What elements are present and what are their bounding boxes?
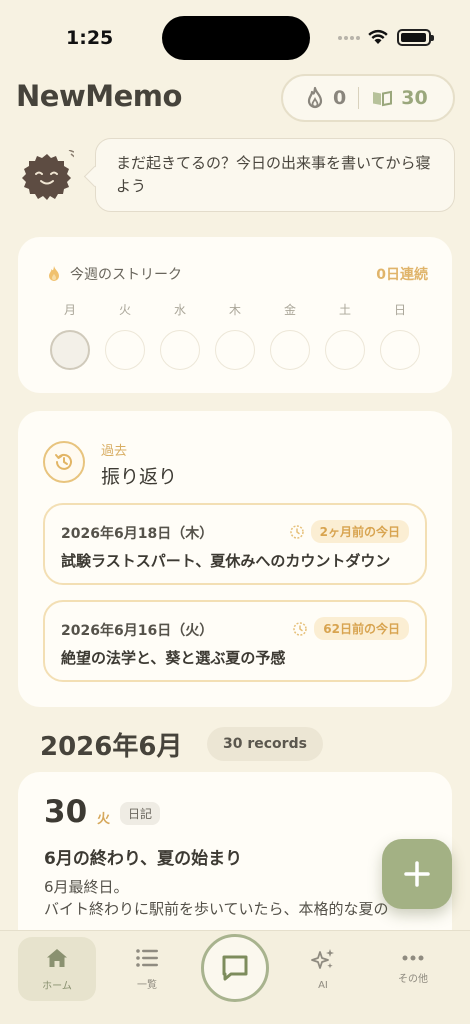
tab-label: その他: [398, 973, 428, 985]
stats-pill[interactable]: 0 30: [281, 74, 455, 122]
memory-badge-group: 62日前の今日: [292, 617, 409, 640]
day-circle-today: [50, 330, 90, 370]
wifi-icon: [368, 29, 388, 44]
day-label: 水: [173, 303, 186, 317]
clock-icon: [289, 524, 304, 539]
day-circle: [160, 330, 200, 370]
streak-value: 0: [333, 87, 347, 109]
weekday-row: 月 火 水 木 金 土 日: [50, 301, 420, 370]
add-entry-button[interactable]: [382, 839, 452, 909]
more-icon: [402, 955, 424, 960]
streak-header: 今週のストリーク: [46, 264, 182, 284]
stats-divider: [358, 87, 360, 109]
streak-count: 0日連続: [376, 267, 428, 283]
home-icon: [47, 948, 67, 967]
sparkles-icon: [311, 948, 334, 969]
status-bar: 1:25: [0, 0, 470, 76]
entry-body-line: バイト終わりに駅前を歩いていたら、本格的な夏の: [44, 900, 389, 918]
flame-icon: [307, 86, 323, 109]
memory-date: 2026年6月16日（火）: [61, 623, 214, 639]
flame-icon: [49, 266, 59, 281]
memory-title: 絶望の法学と、葵と選ぶ夏の予感: [61, 649, 286, 667]
records-count-badge: 30 records: [207, 727, 323, 761]
day-wed: 水: [160, 301, 200, 370]
streak-stat: 0: [305, 86, 346, 110]
tab-label: ホーム: [42, 980, 72, 992]
streak-title: 今週のストリーク: [70, 267, 182, 283]
review-subtitle: 過去: [101, 444, 128, 459]
chat-bubble-icon: [222, 955, 248, 981]
history-icon: [43, 441, 85, 483]
records-value: 30: [401, 87, 428, 109]
app-title: NewMemo: [16, 79, 182, 113]
day-sat: 土: [325, 301, 365, 370]
clock-icon: [293, 621, 308, 636]
dynamic-island: [162, 16, 310, 60]
day-label: 土: [338, 303, 351, 317]
memory-card[interactable]: 2026年6月18日（木） 2ヶ月前の今日 試験ラストスパート、夏休みへのカウン…: [43, 503, 427, 585]
day-sun: 日: [380, 301, 420, 370]
day-circle: [270, 330, 310, 370]
cellular-signal-icon: [338, 36, 360, 40]
tab-other[interactable]: その他: [374, 937, 452, 1001]
entry-weekday: 火: [97, 812, 111, 827]
day-label: 火: [118, 303, 131, 317]
day-thu: 木: [215, 301, 255, 370]
day-circle: [380, 330, 420, 370]
status-time: 1:25: [66, 27, 114, 49]
day-label: 木: [228, 303, 241, 317]
day-circle: [215, 330, 255, 370]
day-tue: 火: [105, 301, 145, 370]
review-card: 過去 振り返り 2026年6月18日（木） 2ヶ月前の今日 試験ラストスパート、…: [18, 411, 452, 707]
entry-day: 30: [44, 794, 88, 830]
day-label: 日: [393, 303, 406, 317]
memory-badge: 62日前の今日: [314, 617, 409, 640]
mascot-icon: [22, 150, 74, 200]
day-mon: 月: [50, 301, 90, 370]
entry-body: 6月最終日。 バイト終わりに駅前を歩いていたら、本格的な夏の: [44, 876, 428, 920]
chat-button[interactable]: [201, 934, 269, 1002]
memory-badge: 2ヶ月前の今日: [310, 520, 409, 543]
memory-badge-group: 2ヶ月前の今日: [289, 520, 409, 543]
day-circle: [105, 330, 145, 370]
tab-label: AI: [318, 979, 328, 991]
mascot-speech-bubble: まだ起きてるの？今日の出来事を書いてから寝よう: [95, 138, 455, 212]
review-title: 振り返り: [101, 466, 178, 488]
plus-icon: [404, 861, 430, 887]
tab-bar: ホーム 一覧 AI その他: [0, 930, 470, 1024]
weekly-streak-card: 今週のストリーク 0日連続 月 火 水 木 金 土 日: [18, 237, 452, 393]
entry-tag: 日記: [120, 802, 161, 825]
tab-label: 一覧: [137, 979, 157, 991]
day-circle: [325, 330, 365, 370]
entry-title: 6月の終わり、夏の始まり: [44, 849, 243, 869]
tab-list[interactable]: 一覧: [108, 937, 186, 1001]
entry-body-line: 6月最終日。: [44, 878, 129, 896]
memory-title: 試験ラストスパート、夏休みへのカウントダウン: [61, 552, 391, 570]
records-stat: 30: [371, 87, 428, 109]
memory-date: 2026年6月18日（木）: [61, 526, 214, 542]
book-icon: [373, 90, 393, 107]
day-label: 金: [283, 303, 296, 317]
battery-icon: [397, 29, 434, 46]
day-fri: 金: [270, 301, 310, 370]
memory-card[interactable]: 2026年6月16日（火） 62日前の今日 絶望の法学と、葵と選ぶ夏の予感: [43, 600, 427, 682]
tab-ai[interactable]: AI: [284, 937, 362, 1001]
month-title: 2026年6月: [40, 732, 183, 762]
day-label: 月: [63, 303, 76, 317]
list-icon: [136, 948, 158, 967]
tab-home[interactable]: ホーム: [18, 937, 96, 1001]
